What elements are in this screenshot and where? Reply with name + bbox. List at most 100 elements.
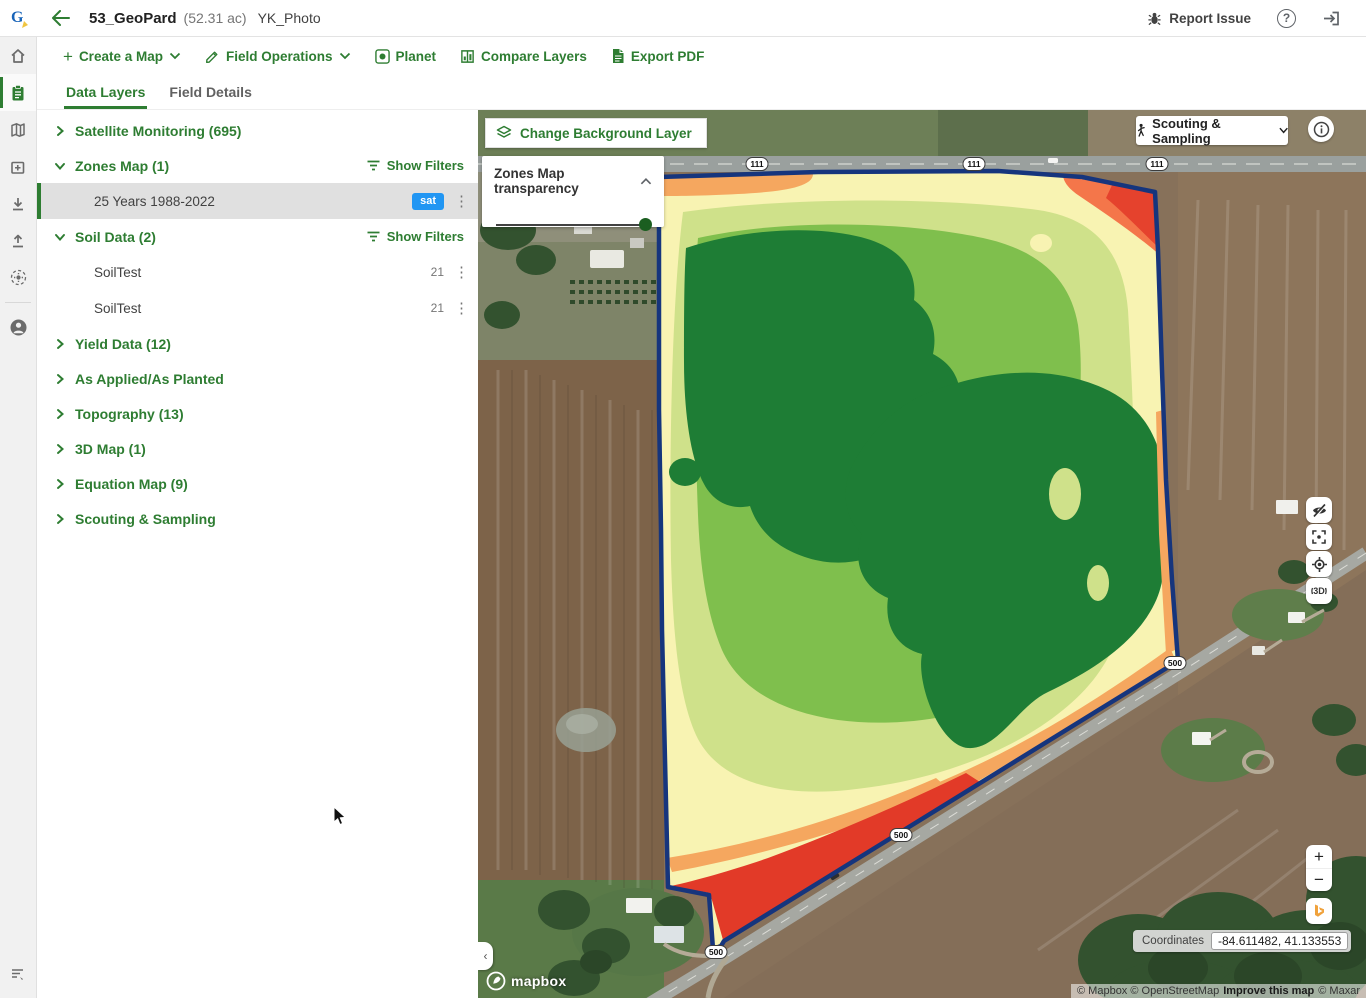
logout-icon bbox=[1322, 10, 1340, 27]
left-icon-rail bbox=[0, 37, 37, 998]
upload-icon bbox=[9, 232, 27, 250]
rail-home-button[interactable] bbox=[0, 37, 36, 74]
mapbox-wordmark: mapbox bbox=[511, 973, 566, 989]
basemap-provider-button[interactable] bbox=[1306, 898, 1332, 924]
layer-soiltest-2[interactable]: SoilTest 21 ⋮ bbox=[37, 290, 478, 326]
3d-view-button[interactable]: 3D bbox=[1306, 578, 1332, 604]
planet-label: Planet bbox=[396, 49, 437, 64]
tab-field-details[interactable]: Field Details bbox=[167, 75, 253, 109]
group-topography[interactable]: Topography (13) bbox=[37, 396, 478, 431]
slider-track[interactable] bbox=[496, 224, 648, 226]
road-label-500: 500 bbox=[1164, 656, 1187, 670]
group-scouting-sampling[interactable]: Scouting & Sampling bbox=[37, 501, 478, 536]
kebab-menu-icon[interactable]: ⋮ bbox=[454, 263, 466, 281]
group-as-applied[interactable]: As Applied/As Planted bbox=[37, 361, 478, 396]
rail-add-layer-button[interactable] bbox=[0, 148, 36, 185]
locate-icon bbox=[1311, 556, 1328, 573]
rail-field-profile-button[interactable] bbox=[0, 74, 36, 111]
map-toolbar: + Create a Map Field Operations bbox=[37, 37, 1366, 75]
export-pdf-button[interactable]: Export PDF bbox=[611, 48, 705, 64]
top-bar: G 53_GeoPard (52.31 ac) YK_Photo Report … bbox=[0, 0, 1366, 37]
report-issue-label: Report Issue bbox=[1169, 11, 1251, 26]
compare-layers-button[interactable]: Compare Layers bbox=[460, 49, 587, 64]
mapbox-icon bbox=[486, 971, 506, 991]
locate-me-button[interactable] bbox=[1306, 551, 1332, 577]
group-label: 3D Map (1) bbox=[75, 441, 146, 457]
group-zones-map[interactable]: Zones Map (1) Show Filters bbox=[37, 148, 478, 183]
field-area: (52.31 ac) bbox=[184, 10, 247, 26]
chevron-right-icon bbox=[53, 124, 75, 138]
show-filters-button[interactable]: Show Filters bbox=[366, 229, 464, 244]
map-canvas[interactable]: 111 111 111 500 500 500 Change Backgroun… bbox=[478, 110, 1366, 998]
chevron-up-icon[interactable] bbox=[640, 177, 652, 186]
kebab-menu-icon[interactable]: ⋮ bbox=[454, 192, 466, 210]
exit-button[interactable] bbox=[1322, 10, 1340, 27]
group-yield-data[interactable]: Yield Data (12) bbox=[37, 326, 478, 361]
info-icon bbox=[1313, 121, 1330, 138]
point-count: 21 bbox=[431, 265, 444, 279]
coordinates-value[interactable]: -84.611482, 41.133553 bbox=[1211, 932, 1348, 950]
show-filters-label: Show Filters bbox=[387, 158, 464, 173]
planet-button[interactable]: Planet bbox=[375, 49, 437, 64]
layer-25-years-1988-2022[interactable]: 25 Years 1988-2022 sat ⋮ bbox=[37, 183, 478, 219]
rail-download-button[interactable] bbox=[0, 185, 36, 222]
map-info-button[interactable] bbox=[1308, 116, 1334, 142]
zoom-controls: + − bbox=[1306, 845, 1332, 891]
layer-soiltest-1[interactable]: SoilTest 21 ⋮ bbox=[37, 254, 478, 290]
center-focus-icon bbox=[1311, 529, 1327, 545]
map-attribution: © Mapbox © OpenStreetMap Improve this ma… bbox=[1071, 984, 1366, 998]
pdf-file-icon bbox=[611, 48, 625, 64]
back-arrow-icon bbox=[51, 10, 70, 26]
bing-logo-icon bbox=[1311, 903, 1327, 919]
create-map-button[interactable]: + Create a Map bbox=[63, 48, 181, 65]
show-filters-button[interactable]: Show Filters bbox=[366, 158, 464, 173]
help-button[interactable]: ? bbox=[1277, 9, 1296, 28]
layer-label: SoilTest bbox=[94, 301, 141, 316]
collapse-panel-button[interactable]: ‹ bbox=[478, 942, 493, 970]
field-operations-button[interactable]: Field Operations bbox=[205, 49, 351, 64]
attribution-text: © Mapbox © OpenStreetMap bbox=[1077, 985, 1219, 997]
bug-icon bbox=[1147, 11, 1162, 26]
eye-off-icon bbox=[1311, 502, 1328, 519]
group-label: Scouting & Sampling bbox=[75, 511, 216, 527]
map-icon bbox=[9, 121, 27, 139]
road-label-500: 500 bbox=[705, 945, 728, 959]
change-background-layer-button[interactable]: Change Background Layer bbox=[485, 118, 707, 148]
show-filters-label: Show Filters bbox=[387, 229, 464, 244]
zoom-out-button[interactable]: − bbox=[1306, 868, 1332, 891]
layer-label: SoilTest bbox=[94, 265, 141, 280]
scouting-sampling-dropdown[interactable]: Scouting & Sampling bbox=[1136, 116, 1288, 145]
tab-data-layers-label: Data Layers bbox=[66, 84, 145, 100]
rail-maps-button[interactable] bbox=[0, 111, 36, 148]
chevron-right-icon bbox=[53, 477, 75, 491]
filter-icon bbox=[366, 159, 381, 172]
kebab-menu-icon[interactable]: ⋮ bbox=[454, 299, 466, 317]
fit-field-button[interactable] bbox=[1306, 524, 1332, 550]
geopard-logo[interactable]: G bbox=[0, 0, 37, 37]
walking-person-icon bbox=[1136, 123, 1146, 138]
back-button[interactable] bbox=[45, 3, 75, 33]
group-equation-map[interactable]: Equation Map (9) bbox=[37, 466, 478, 501]
group-soil-data[interactable]: Soil Data (2) Show Filters bbox=[37, 219, 478, 254]
tab-field-details-label: Field Details bbox=[169, 84, 251, 100]
rail-legend-toggle[interactable] bbox=[0, 955, 36, 992]
transparency-slider[interactable] bbox=[494, 218, 652, 232]
group-satellite-monitoring[interactable]: Satellite Monitoring (695) bbox=[37, 113, 478, 148]
tab-data-layers[interactable]: Data Layers bbox=[64, 75, 147, 109]
svg-text:G: G bbox=[11, 9, 24, 26]
improve-map-link[interactable]: Improve this map bbox=[1223, 985, 1314, 997]
zoom-in-button[interactable]: + bbox=[1306, 845, 1332, 868]
hide-labels-button[interactable] bbox=[1306, 497, 1332, 523]
chevron-down-icon bbox=[339, 52, 351, 60]
road-label-111: 111 bbox=[1146, 157, 1169, 171]
report-issue-button[interactable]: Report Issue bbox=[1147, 11, 1251, 26]
rail-settings-button[interactable] bbox=[0, 259, 36, 296]
topbar-actions: Report Issue ? bbox=[1147, 9, 1366, 28]
slider-thumb[interactable] bbox=[639, 218, 652, 231]
sat-badge: sat bbox=[412, 193, 444, 210]
group-3d-map[interactable]: 3D Map (1) bbox=[37, 431, 478, 466]
mapbox-logo[interactable]: mapbox bbox=[486, 971, 566, 991]
rail-upload-button[interactable] bbox=[0, 222, 36, 259]
rail-account-button[interactable] bbox=[0, 309, 36, 346]
add-box-icon bbox=[9, 158, 27, 176]
